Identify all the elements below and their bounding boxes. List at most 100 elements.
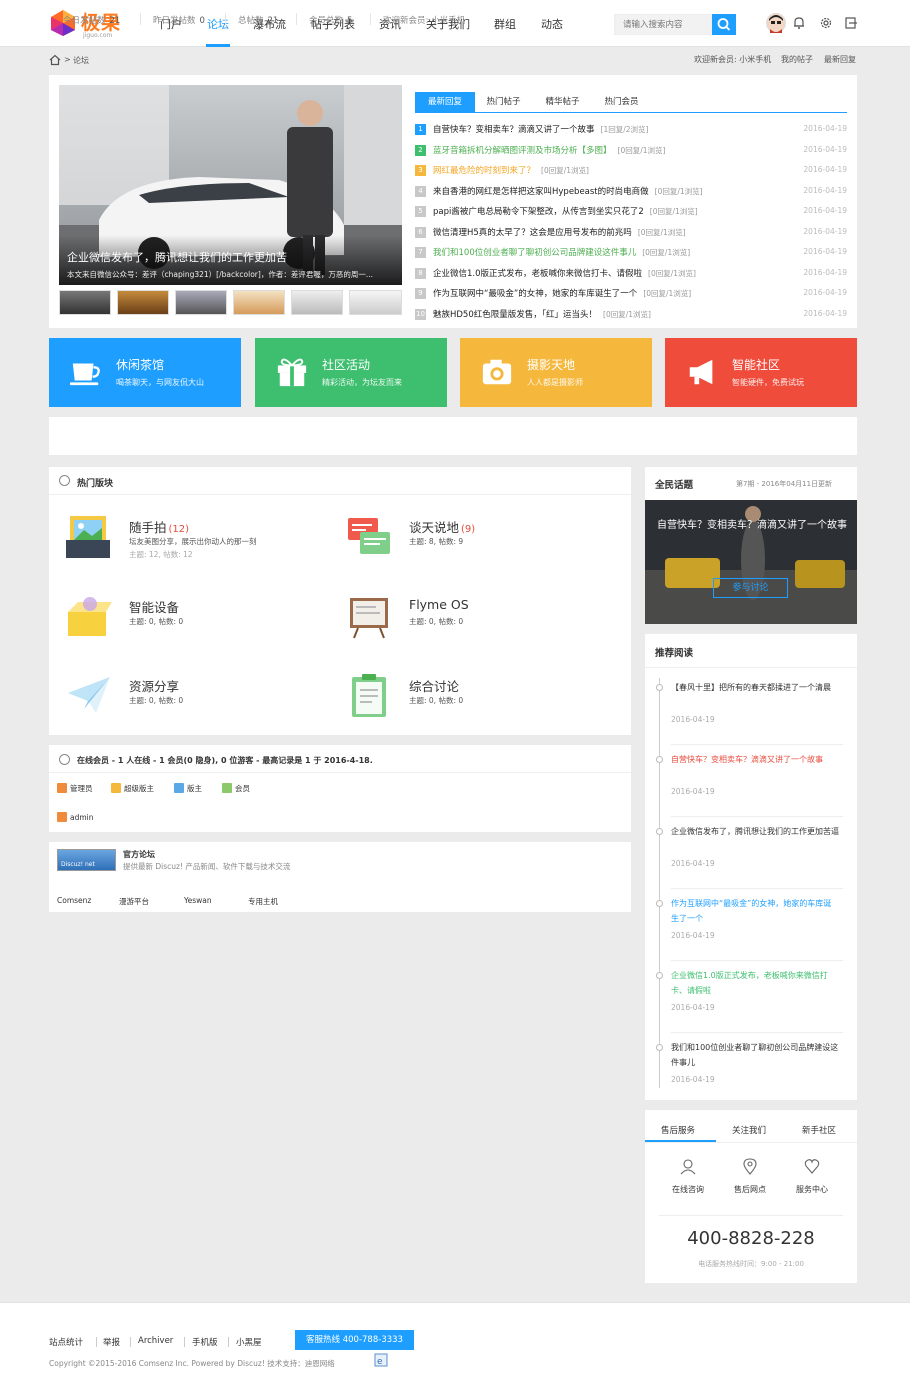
location-pin-icon[interactable]	[741, 1157, 759, 1175]
tab-hot-members[interactable]: 热门会员	[594, 92, 649, 112]
tab-after-sales[interactable]: 售后服务	[661, 1124, 695, 1136]
customer-service-icon[interactable]	[679, 1157, 697, 1175]
forum-resources[interactable]: 资源分享 主题: 0, 帖数: 0	[66, 673, 326, 733]
post-title[interactable]: 企业微信1.0版正式发布，老板喊你来微信打卡、请假啦 [0回复/1浏览]	[433, 267, 696, 279]
post-row[interactable]: 8 企业微信1.0版正式发布，老板喊你来微信打卡、请假啦 [0回复/1浏览] 2016…	[415, 264, 847, 284]
link-manyou[interactable]: 漫游平台	[119, 896, 149, 907]
forum-smart-devices[interactable]: 智能设备 主题: 0, 帖数: 0	[66, 594, 326, 654]
heart-icon[interactable]	[803, 1157, 821, 1175]
stat-welcome[interactable]: 欢迎新会员: 小米手机	[383, 14, 465, 26]
category-card[interactable]: 摄影天地 人人都是摄影师	[460, 338, 652, 407]
slider-caption[interactable]: 企业微信发布了，腾讯想让我们的工作更加苦	[67, 249, 287, 265]
cert-badge-icon[interactable]: e	[374, 1353, 388, 1367]
logout-icon[interactable]	[844, 16, 858, 30]
reading-item[interactable]: 作为互联网中“最吸金”的女神，她家的车库诞生了一个	[671, 896, 839, 926]
post-title[interactable]: 来自香港的网红是怎样把这家叫Hypebeast的时尚电商做 [0回复/1浏览]	[433, 185, 703, 197]
slider-thumb[interactable]	[291, 290, 343, 315]
footer-archiver-link[interactable]: Archiver	[138, 1336, 173, 1346]
online-consult-link[interactable]: 在线咨询	[663, 1184, 713, 1195]
post-title[interactable]: 微信清理H5真的太早了？这会是应用号发布的前兆吗 [0回复/1浏览]	[433, 226, 686, 238]
slider-thumb[interactable]	[59, 290, 111, 315]
post-title[interactable]: 自营快车？变相卖车？滴滴又讲了一个故事 [1回复/2浏览]	[433, 123, 648, 135]
tab-essence-posts[interactable]: 精华帖子	[535, 92, 590, 112]
service-center-link[interactable]: 服务中心	[787, 1184, 837, 1195]
collapse-icon[interactable]	[59, 754, 70, 765]
avatar[interactable]	[766, 13, 786, 33]
gear-icon[interactable]	[819, 16, 833, 30]
category-card[interactable]: 休闲茶馆 喝茶聊天，与网友侃大山	[49, 338, 241, 407]
link-hosting[interactable]: 专用主机	[248, 896, 278, 907]
forum-name[interactable]: 资源分享	[129, 676, 179, 695]
my-posts-link[interactable]: 我的帖子	[781, 54, 813, 65]
official-forum-link[interactable]: 官方论坛	[123, 849, 155, 860]
tab-follow-us[interactable]: 关注我们	[732, 1124, 766, 1136]
welcome-new-member[interactable]: 欢迎新会员: 小米手机	[694, 54, 771, 65]
join-discussion-button[interactable]: 参与讨论	[713, 578, 788, 598]
discuz-logo[interactable]: Discuz! net	[57, 849, 116, 871]
divider	[645, 667, 857, 668]
slider-thumb[interactable]	[117, 290, 169, 315]
post-row[interactable]: 7 我们和100位创业者聊了聊初创公司品牌建设这件事儿 [0回复/1浏览] 2016-…	[415, 243, 847, 263]
search-input[interactable]	[614, 14, 712, 35]
forum-general[interactable]: 综合讨论 主题: 0, 帖数: 0	[346, 673, 606, 733]
footer-mobile-link[interactable]: 手机版	[192, 1336, 218, 1348]
category-card[interactable]: 智能社区 智能硬件，免费试玩	[665, 338, 857, 407]
slider-thumb[interactable]	[233, 290, 285, 315]
forum-name[interactable]: Flyme OS	[409, 597, 469, 612]
post-row[interactable]: 1 自营快车？变相卖车？滴滴又讲了一个故事 [1回复/2浏览] 2016-04-19	[415, 120, 847, 140]
post-row[interactable]: 4 来自香港的网红是怎样把这家叫Hypebeast的时尚电商做 [0回复/1浏览] 2…	[415, 182, 847, 202]
post-row[interactable]: 5 papi酱被广电总局勒令下架整改，从传言到坐实只花了2 [0回复/1浏览] 201…	[415, 202, 847, 222]
search-button[interactable]	[712, 14, 736, 35]
post-title[interactable]: papi酱被广电总局勒令下架整改，从传言到坐实只花了2 [0回复/1浏览]	[433, 205, 698, 217]
post-date: 2016-04-19	[803, 185, 847, 195]
forum-name[interactable]: 智能设备	[129, 597, 179, 616]
slider-thumb[interactable]	[175, 290, 227, 315]
post-title[interactable]: 蓝牙音箱拆机分解晒图评测及市场分析【多图】 [0回复/1浏览]	[433, 144, 665, 156]
footer-blacklist-link[interactable]: 小黑屋	[236, 1336, 262, 1348]
forum-suishoupai[interactable]: 随手拍 (12) 坛友美图分享，展示出你动人的那一刻 主题: 12, 帖数: 12	[66, 514, 326, 574]
nav-groups[interactable]: 群组	[494, 16, 516, 32]
forum-name[interactable]: 随手拍 (12)	[129, 517, 189, 536]
reading-item[interactable]: 我们和100位创业者聊了聊初创公司品牌建设这件事儿	[671, 1040, 839, 1070]
reading-item[interactable]: 【春风十里】把所有的春天都揉进了一个清晨	[671, 680, 839, 695]
service-outlets-link[interactable]: 售后网点	[725, 1184, 775, 1195]
tab-latest-replies[interactable]: 最新回复	[415, 92, 475, 112]
bell-icon[interactable]	[792, 16, 806, 30]
reading-item[interactable]: 企业微信发布了，腾讯想让我们的工作更加苦逼	[671, 824, 839, 839]
reading-item[interactable]: 自营快车？变相卖车？滴滴又讲了一个故事	[671, 752, 839, 767]
tab-newbie[interactable]: 新手社区	[802, 1124, 836, 1136]
link-yeswan[interactable]: Yeswan	[184, 896, 212, 905]
post-rank-badge: 10	[415, 308, 426, 320]
post-title[interactable]: 作为互联网中“最吸金”的女神，她家的车库诞生了一个 [0回复/1浏览]	[433, 287, 691, 299]
post-title[interactable]: 我们和100位创业者聊了聊初创公司品牌建设这件事儿 [0回复/1浏览]	[433, 246, 690, 258]
post-row[interactable]: 6 微信清理H5真的太早了？这会是应用号发布的前兆吗 [0回复/1浏览] 2016-0…	[415, 223, 847, 243]
post-row[interactable]: 10 魅族HD50红色限量版发售，「红」运当头！ [0回复/1浏览] 2016-04-…	[415, 305, 847, 325]
home-icon[interactable]	[49, 54, 61, 66]
post-row[interactable]: 3 网红最危险的时刻到来了？ [0回复/1浏览] 2016-04-19	[415, 161, 847, 181]
breadcrumb-current[interactable]: 论坛	[73, 55, 89, 66]
post-date: 2016-04-19	[803, 247, 847, 256]
forum-tantian[interactable]: 谈天说地 (9) 主题: 8, 帖数: 9	[346, 514, 606, 574]
post-title[interactable]: 网红最危险的时刻到来了？ [0回复/1浏览]	[433, 164, 589, 176]
topic-image[interactable]: 自营快车？变相卖车？滴滴又讲了一个故事 参与讨论	[645, 500, 857, 624]
forum-name[interactable]: 谈天说地 (9)	[409, 517, 475, 536]
link-comsenz[interactable]: Comsenz	[57, 896, 91, 905]
category-card[interactable]: 社区活动 精彩活动，为坛友而来	[255, 338, 447, 407]
forum-name[interactable]: 综合讨论	[409, 676, 459, 695]
tab-hot-posts[interactable]: 热门帖子	[476, 92, 531, 112]
nav-activity[interactable]: 动态	[541, 16, 563, 32]
forum-flyme-os[interactable]: Flyme OS 主题: 0, 帖数: 0	[346, 594, 606, 654]
latest-replies-link[interactable]: 最新回复	[824, 54, 856, 65]
featured-slider[interactable]: 企业微信发布了，腾讯想让我们的工作更加苦 本文来自微信公众号：差评（chapin…	[59, 85, 402, 285]
online-user-admin[interactable]: admin	[57, 812, 94, 822]
slider-thumb[interactable]	[349, 290, 402, 315]
hotline-button[interactable]: 客服热线 400-788-3333	[295, 1330, 414, 1350]
nav-active-indicator	[206, 44, 230, 47]
post-title[interactable]: 魅族HD50红色限量版发售，「红」运当头！ [0回复/1浏览]	[433, 308, 651, 320]
footer-stats-link[interactable]: 站点统计	[49, 1336, 83, 1348]
reading-item[interactable]: 企业微信1.0版正式发布，老板喊你来微信打卡、请假啦	[671, 968, 839, 998]
post-row[interactable]: 2 蓝牙音箱拆机分解晒图评测及市场分析【多图】 [0回复/1浏览] 2016-04-1…	[415, 141, 847, 161]
post-row[interactable]: 9 作为互联网中“最吸金”的女神，她家的车库诞生了一个 [0回复/1浏览] 2016-…	[415, 284, 847, 304]
collapse-icon[interactable]	[59, 475, 70, 486]
footer-report-link[interactable]: 举报	[103, 1336, 120, 1348]
